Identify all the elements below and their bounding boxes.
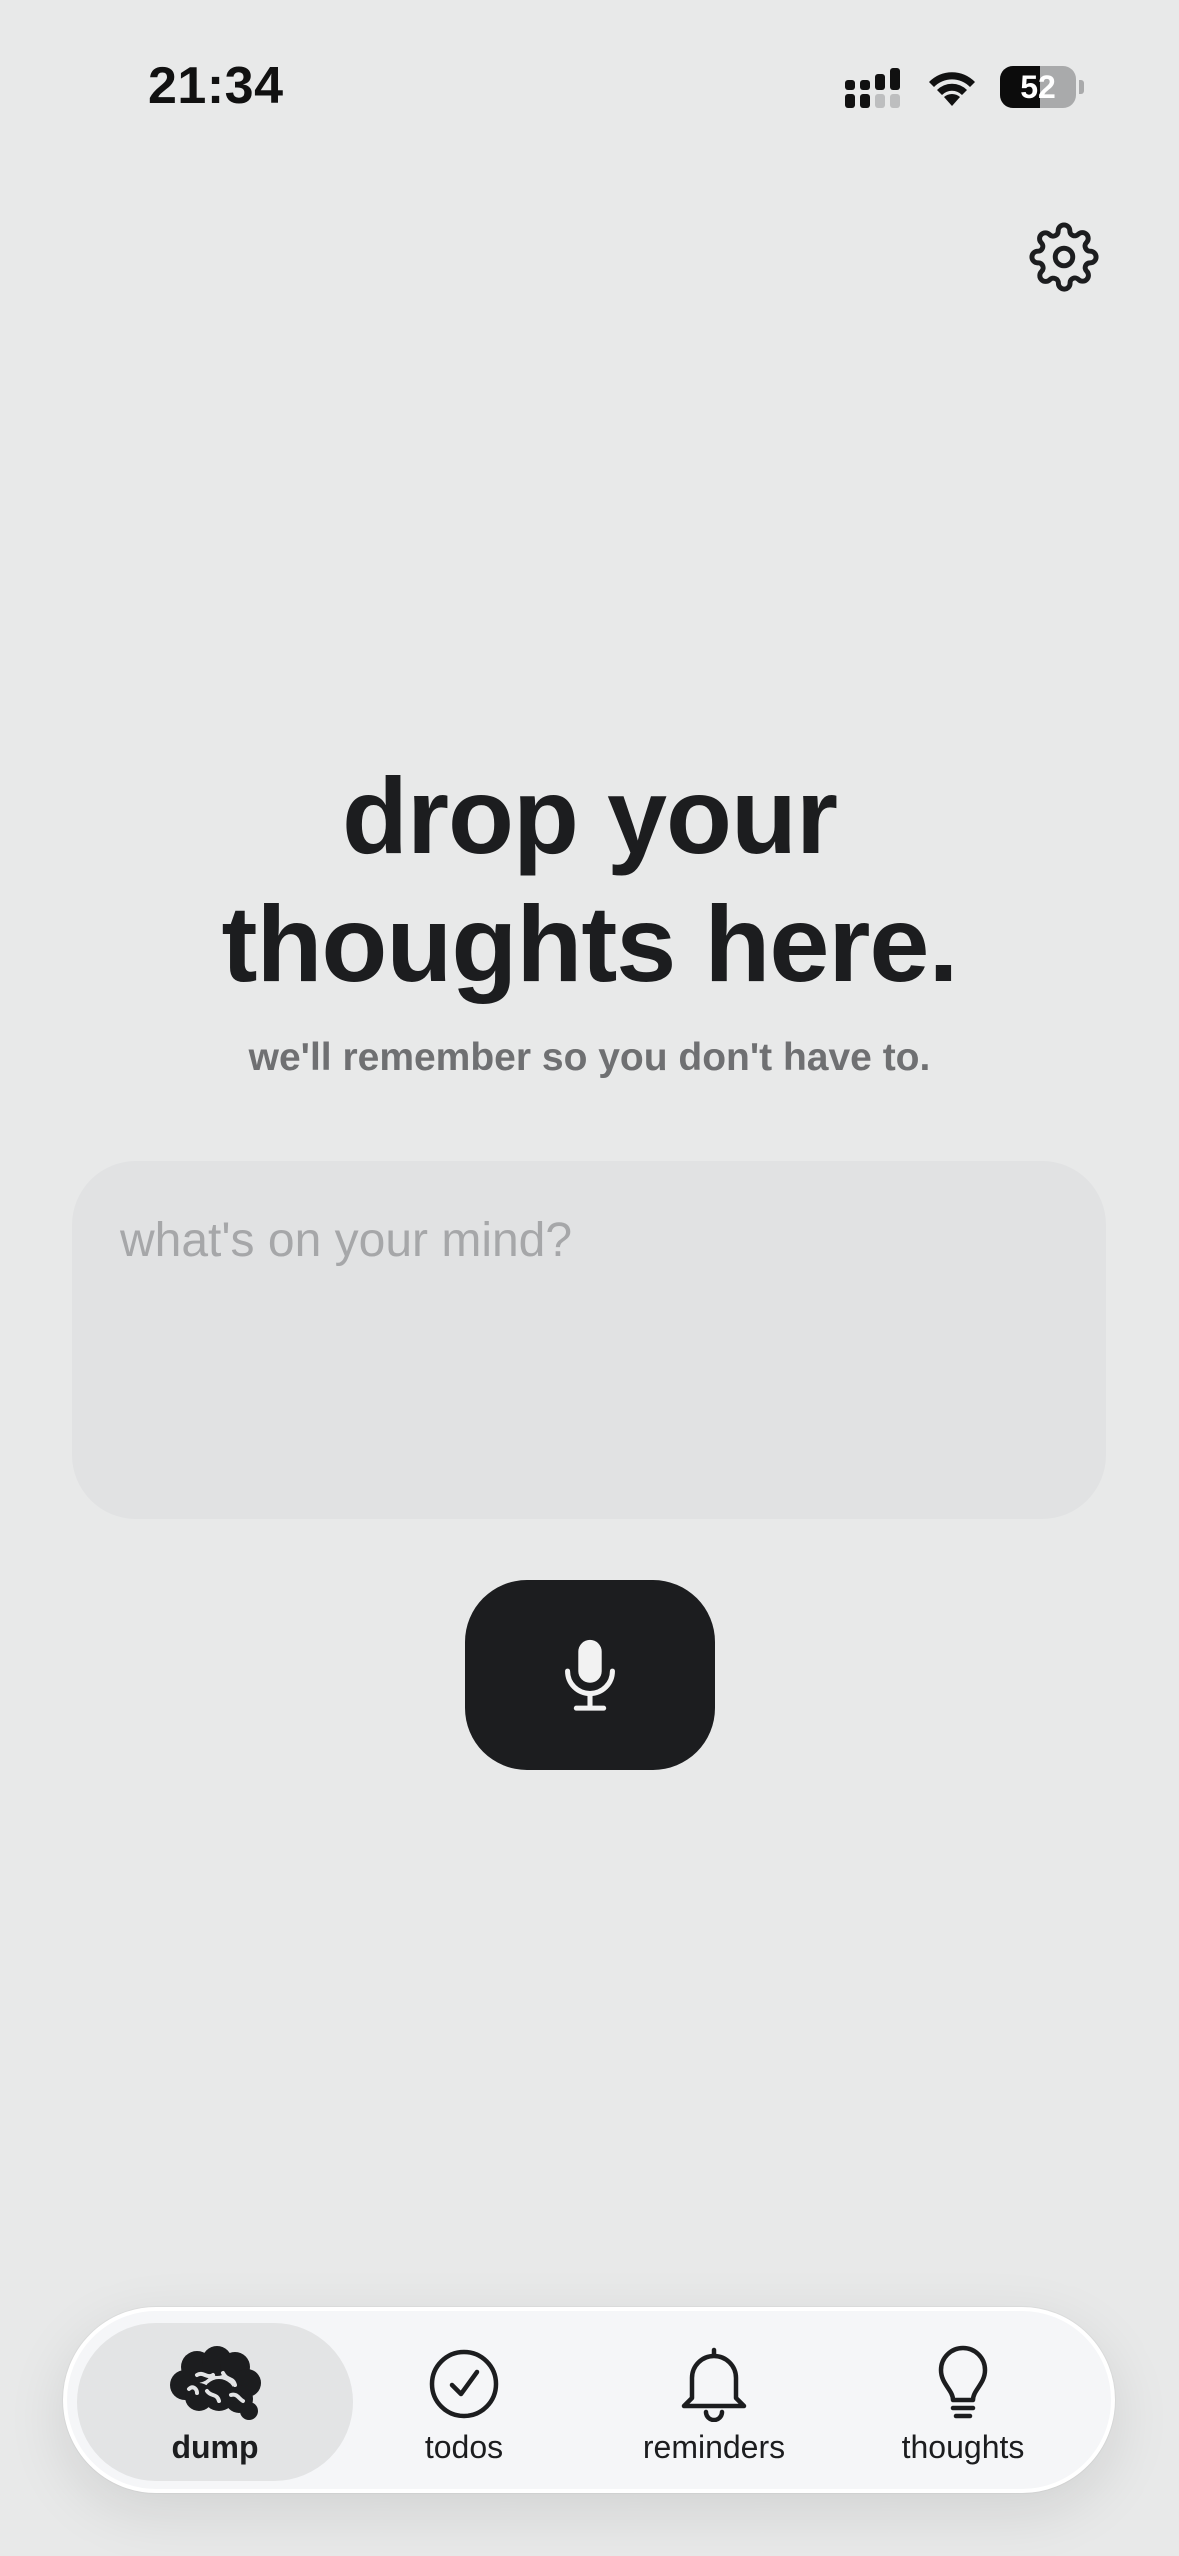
bell-icon [681, 2347, 747, 2422]
tab-thoughts[interactable]: thoughts [825, 2323, 1101, 2481]
status-indicators: 52 [840, 62, 1085, 112]
wifi-icon [929, 72, 975, 106]
brain-icon [170, 2346, 261, 2420]
lightbulb-icon [938, 2345, 988, 2419]
page-subtitle: we'll remember so you don't have to. [248, 1036, 931, 1079]
page-title-line-2: thoughts here. [221, 883, 959, 1004]
battery-level: 52 [1020, 69, 1056, 105]
settings-button[interactable] [1025, 218, 1103, 296]
tab-label: reminders [642, 2429, 786, 2465]
tab-todos[interactable]: todos [326, 2323, 602, 2481]
battery-indicator: 52 [1000, 66, 1076, 108]
page-title: drop your thoughts here. [0, 752, 1179, 1008]
status-time: 21:34 [148, 57, 284, 115]
tab-reminders[interactable]: reminders [576, 2323, 852, 2481]
microphone-icon [565, 1639, 615, 1711]
tab-label: todos [424, 2429, 504, 2465]
check-circle-icon [429, 2349, 499, 2419]
battery-cap [1079, 80, 1084, 94]
tab-label: thoughts [901, 2429, 1025, 2465]
tab-dump[interactable]: dump [77, 2323, 353, 2481]
cellular-signal-icon [845, 68, 900, 108]
thought-input[interactable] [72, 1161, 1106, 1519]
gear-icon [1029, 222, 1099, 292]
tab-label: dump [171, 2429, 259, 2465]
bottom-tab-bar: dump todos reminders thoughts [63, 2307, 1115, 2493]
record-voice-button[interactable] [465, 1580, 715, 1770]
page-title-line-1: drop your [342, 755, 838, 876]
